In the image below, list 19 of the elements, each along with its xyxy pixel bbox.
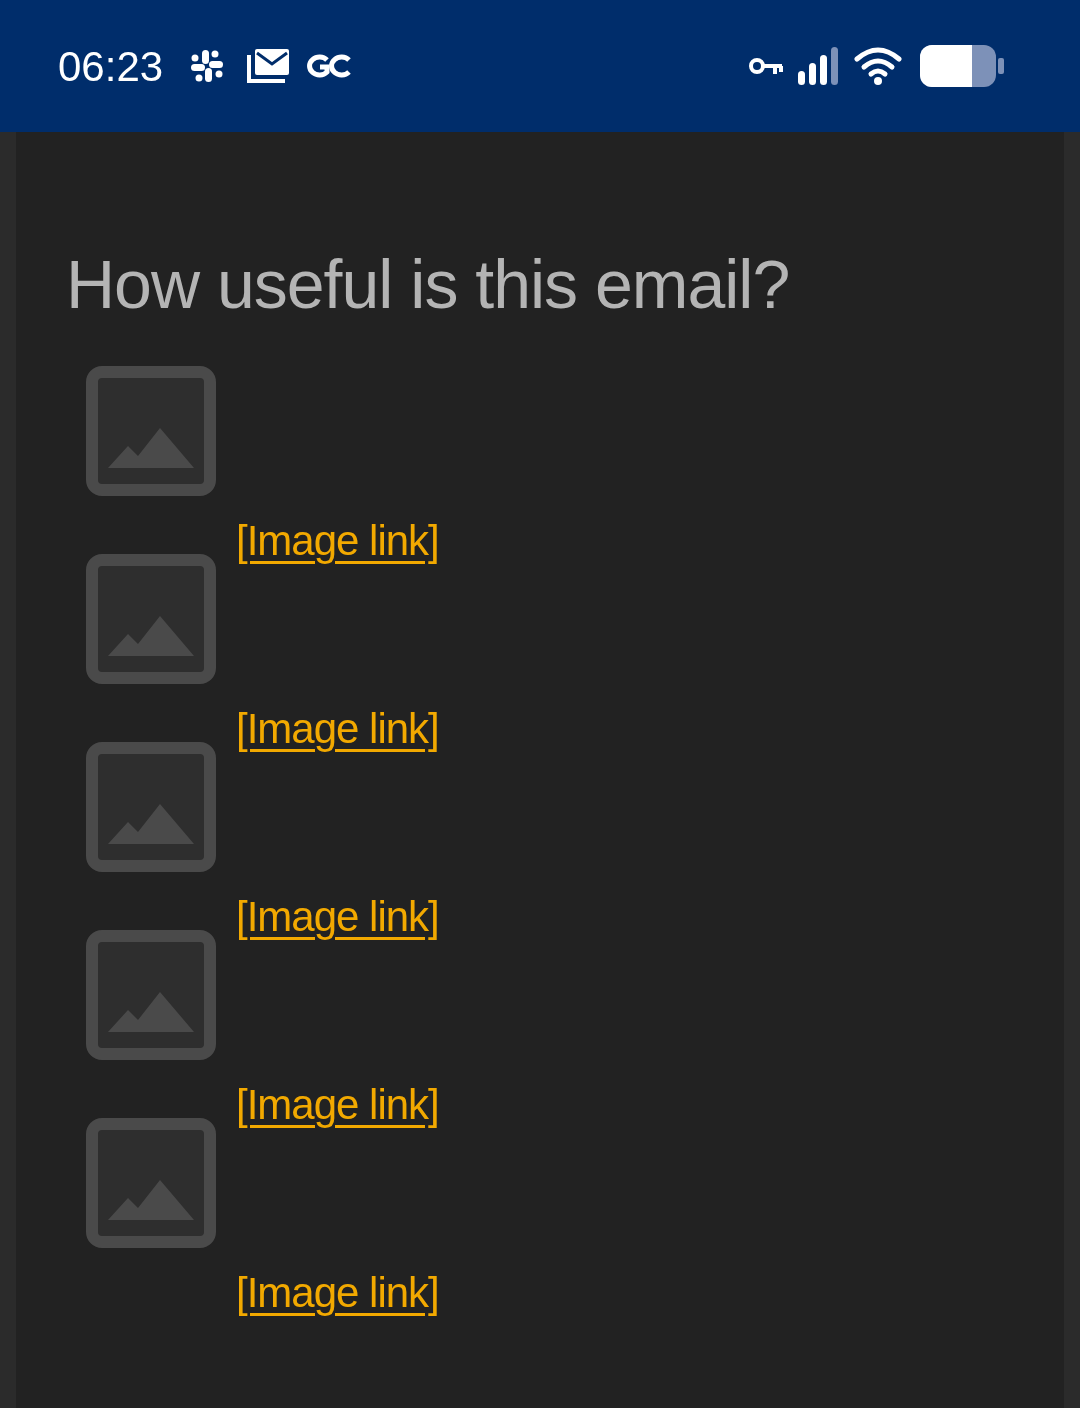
- status-time: 06:23: [58, 41, 164, 92]
- logo-icon: [307, 54, 352, 78]
- image-placeholder-icon: [86, 741, 216, 872]
- image-link[interactable]: [Image link]: [236, 1271, 439, 1314]
- image-placeholder-icon: [86, 929, 216, 1060]
- grid-icon: [189, 48, 226, 84]
- image-link[interactable]: [Image link]: [236, 707, 439, 750]
- image-placeholder-icon: [86, 365, 216, 496]
- image-link[interactable]: [Image link]: [236, 519, 439, 562]
- image-link[interactable]: [Image link]: [236, 1083, 439, 1126]
- heading: How useful is this email?: [66, 245, 791, 324]
- battery-icon: [920, 45, 1004, 87]
- key-icon: [748, 55, 784, 77]
- image-link[interactable]: [Image link]: [236, 895, 439, 938]
- image-placeholder-icon: [86, 1117, 216, 1248]
- mail-icon: [247, 49, 290, 83]
- wifi-icon: [854, 47, 902, 85]
- image-placeholder-icon: [86, 553, 216, 684]
- signal-icon: [798, 47, 840, 85]
